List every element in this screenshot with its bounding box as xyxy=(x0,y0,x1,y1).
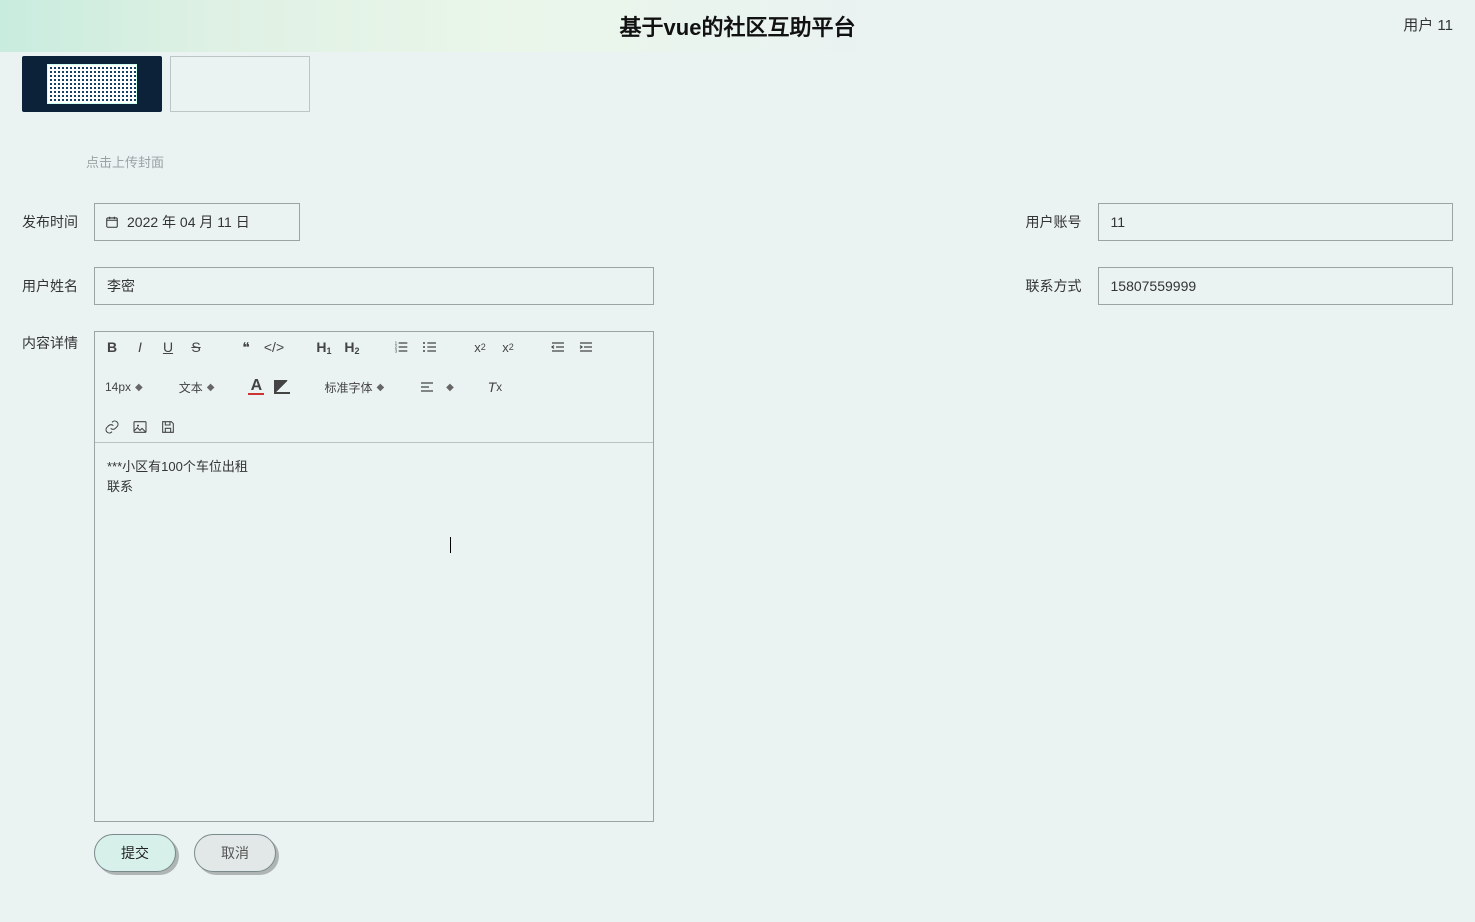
button-row: 提交 取消 xyxy=(94,834,1453,872)
label-contact: 联系方式 xyxy=(1026,276,1090,296)
heading1-icon[interactable]: H xyxy=(315,338,333,356)
subscript-icon[interactable]: x2 xyxy=(471,338,489,356)
calendar-icon xyxy=(105,215,119,229)
chevron-down-icon: ◆ xyxy=(446,382,454,393)
header: 基于vue的社区互助平台 用户 11 xyxy=(0,0,1475,52)
code-icon[interactable]: </> xyxy=(265,338,283,356)
user-account-field[interactable] xyxy=(1098,203,1454,241)
chevron-down-icon: ◆ xyxy=(135,382,143,393)
upload-placeholder-box[interactable] xyxy=(170,56,310,112)
label-detail: 内容详情 xyxy=(22,331,86,822)
editor-content-area[interactable]: ***小区有100个车位出租 联系 xyxy=(95,443,653,821)
cover-thumbnail[interactable] xyxy=(22,56,162,112)
strikethrough-icon[interactable]: S xyxy=(187,338,205,356)
label-publish-time: 发布时间 xyxy=(22,212,86,232)
svg-text:3: 3 xyxy=(395,348,398,353)
italic-icon[interactable]: I xyxy=(131,338,149,356)
underline-icon[interactable]: U xyxy=(159,338,177,356)
rich-text-editor: B I U S ❝ </> H H 123 xyxy=(94,331,654,822)
label-user-name: 用户姓名 xyxy=(22,276,86,296)
superscript-icon[interactable]: x2 xyxy=(499,338,517,356)
ordered-list-icon[interactable]: 123 xyxy=(393,338,411,356)
clear-format-icon[interactable]: Tx xyxy=(486,378,504,396)
publish-time-field[interactable]: 2022 年 04 月 11 日 xyxy=(94,203,300,241)
font-size-value: 14px xyxy=(105,380,131,394)
unordered-list-icon[interactable] xyxy=(421,338,439,356)
qr-code-icon xyxy=(47,64,137,104)
publish-time-value: 2022 年 04 月 11 日 xyxy=(127,212,250,232)
font-size-select[interactable]: 14px ◆ xyxy=(103,380,145,394)
upload-hint-text: 点击上传封面 xyxy=(86,152,1453,171)
current-user-label[interactable]: 用户 11 xyxy=(1403,14,1453,35)
font-color-icon[interactable]: A xyxy=(248,379,264,395)
block-type-value: 文本 xyxy=(179,379,203,396)
cover-upload-row xyxy=(22,56,1453,112)
user-name-field[interactable] xyxy=(94,267,654,305)
chevron-down-icon: ◆ xyxy=(207,382,215,393)
save-icon[interactable] xyxy=(159,418,177,436)
heading2-icon[interactable]: H xyxy=(343,338,361,356)
block-type-select[interactable]: 文本 ◆ xyxy=(177,379,217,396)
outdent-icon[interactable] xyxy=(549,338,567,356)
image-icon[interactable] xyxy=(131,418,149,436)
align-icon[interactable] xyxy=(418,378,436,396)
label-user-account: 用户账号 xyxy=(1026,212,1090,232)
font-family-value: 标准字体 xyxy=(324,379,372,396)
editor-line-2: 联系 xyxy=(107,479,133,494)
contact-field[interactable] xyxy=(1098,267,1454,305)
page-title: 基于vue的社区互助平台 xyxy=(620,10,856,42)
background-color-icon[interactable] xyxy=(274,380,290,394)
font-family-select[interactable]: 标准字体 ◆ xyxy=(322,379,386,396)
editor-line-1: ***小区有100个车位出租 xyxy=(107,459,248,474)
bold-icon[interactable]: B xyxy=(103,338,121,356)
text-cursor-icon xyxy=(450,537,451,553)
chevron-down-icon: ◆ xyxy=(376,382,384,393)
quote-icon[interactable]: ❝ xyxy=(237,338,255,356)
editor-toolbar: B I U S ❝ </> H H 123 xyxy=(95,332,653,443)
cancel-button[interactable]: 取消 xyxy=(194,834,276,872)
link-icon[interactable] xyxy=(103,418,121,436)
submit-button[interactable]: 提交 xyxy=(94,834,176,872)
indent-icon[interactable] xyxy=(577,338,595,356)
